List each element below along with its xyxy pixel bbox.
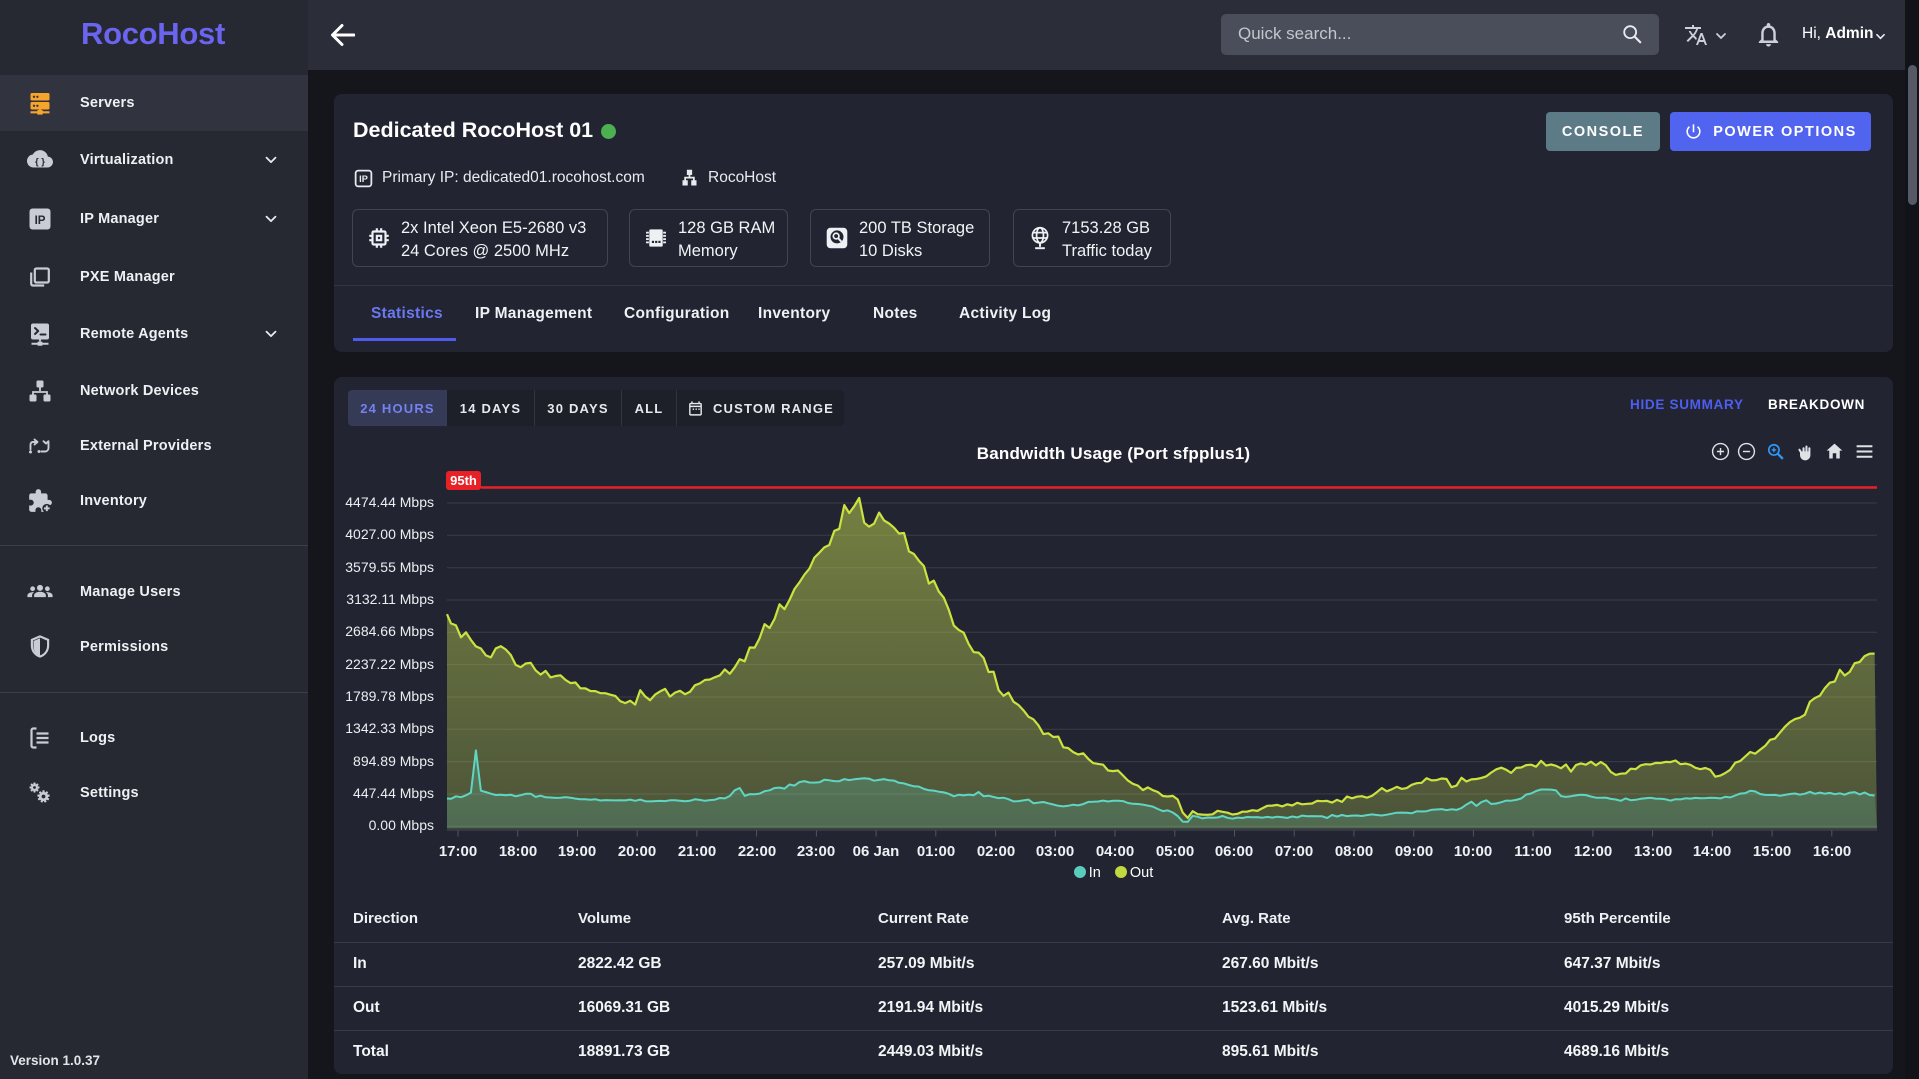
svg-text:IP: IP <box>359 174 368 184</box>
svg-text:{ }: { } <box>35 157 45 168</box>
svg-text:95th: 95th <box>450 473 477 488</box>
svg-text:IP: IP <box>35 215 46 227</box>
